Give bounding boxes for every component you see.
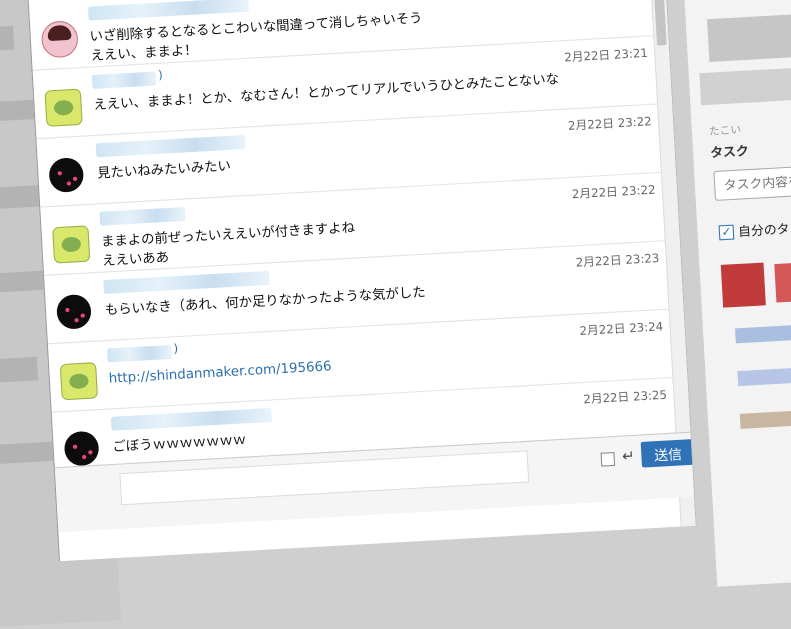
enter-key-icon: ↵ — [621, 447, 636, 466]
blurred-username[interactable] — [99, 207, 186, 226]
message-timestamp: 2月22日 23:22 — [571, 182, 656, 202]
username-suffix: ) — [157, 67, 164, 83]
enter-to-send-checkbox[interactable] — [600, 451, 616, 467]
blurred-username[interactable] — [107, 344, 172, 363]
blurred-username[interactable] — [110, 407, 272, 431]
yellow-avatar[interactable] — [52, 225, 91, 264]
black-avatar[interactable] — [63, 430, 100, 467]
message-text: http://shindanmaker.com/195666 — [108, 356, 332, 388]
message-text: ごぼうｗｗｗｗｗｗｗ — [112, 430, 247, 457]
blurred-username[interactable] — [91, 71, 157, 89]
message-timestamp: 2月22日 23:24 — [579, 319, 664, 339]
girl-avatar[interactable] — [40, 20, 79, 59]
blurred-username[interactable] — [103, 270, 270, 295]
chat-panel: 2月22日 23:21いざ削除するとなるとこわいな間違って消しちゃいそうええい、… — [26, 0, 697, 562]
blurred-fragment-text: たこい — [708, 124, 742, 139]
screen: 2月22日 23:21いざ削除するとなるとこわいな間違って消しちゃいそうええい、… — [0, 0, 791, 629]
message-timestamp: 2月22日 23:22 — [567, 114, 653, 134]
task-section-title: タスク — [709, 143, 750, 161]
black-avatar[interactable] — [55, 293, 92, 330]
blurred-username[interactable] — [87, 0, 249, 21]
blurred-task-item — [720, 262, 766, 308]
message-line: 見たいねみたいみたい — [96, 157, 232, 181]
yellow-avatar[interactable] — [44, 88, 83, 127]
right-side-panel: たこい タスク ✓ 自分のタスク — [679, 0, 791, 587]
username-suffix: ) — [173, 341, 179, 356]
task-input[interactable] — [713, 162, 791, 201]
message-timestamp: 2月22日 23:23 — [575, 251, 660, 270]
own-tasks-label: 自分のタスク — [737, 220, 791, 240]
blurred-username[interactable] — [95, 135, 246, 158]
yellow-avatar[interactable] — [59, 362, 99, 401]
own-tasks-checkbox[interactable]: ✓ — [718, 224, 735, 241]
message-timestamp: 2月22日 23:25 — [582, 387, 668, 407]
send-button[interactable]: 送信 — [640, 438, 696, 468]
scroll-thumb[interactable] — [653, 0, 667, 46]
black-avatar[interactable] — [48, 157, 85, 194]
message-link[interactable]: http://shindanmaker.com/195666 — [108, 357, 332, 385]
message-timestamp: 2月22日 23:21 — [563, 46, 649, 65]
message-text: 見たいねみたいみたい — [97, 156, 232, 183]
message-line: ごぼうｗｗｗｗｗｗｗ — [112, 430, 247, 455]
